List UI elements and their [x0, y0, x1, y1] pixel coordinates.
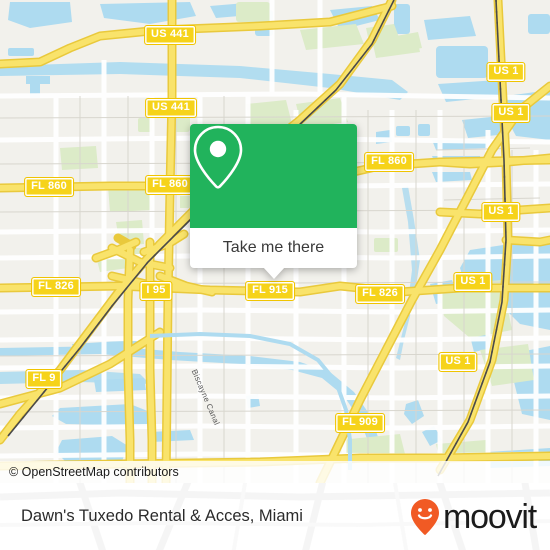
road-shield: US 441	[145, 98, 197, 118]
moovit-brand[interactable]: moovit	[410, 483, 537, 550]
road-shield: FL 826	[31, 277, 81, 297]
road-shield: US 1	[491, 103, 531, 123]
road-shield: FL 860	[364, 152, 414, 172]
road-shield: FL 860	[145, 175, 195, 195]
callout-footer[interactable]: Take me there	[190, 228, 357, 268]
road-shield: FL 826	[355, 284, 405, 304]
road-shield: I 95	[139, 281, 173, 301]
map-canvas[interactable]: US 441 US 441 US 1 US 1 FL 860 FL 860 FL 860 US…	[0, 0, 550, 483]
road-shield: US 441	[144, 25, 196, 45]
road-shield: FL 909	[335, 413, 385, 433]
road-shield: FL 915	[245, 281, 295, 301]
place-title: Dawn's Tuxedo Rental & Acces, Miami	[21, 507, 303, 525]
moovit-smiley-pin-icon	[411, 498, 440, 535]
footer-bar: Dawn's Tuxedo Rental & Acces, Miami moov…	[0, 483, 550, 550]
road-shield: FL 9	[25, 369, 63, 389]
attribution-text: © OpenStreetMap contributors	[9, 465, 179, 479]
road-shield: US 1	[486, 62, 526, 82]
callout-pointer-tail	[262, 267, 285, 279]
road-shield: FL 860	[24, 177, 74, 197]
road-shield: US 1	[453, 272, 493, 292]
take-me-there-label: Take me there	[222, 239, 325, 256]
road-shield: US 1	[481, 202, 521, 222]
map-attribution: © OpenStreetMap contributors	[0, 461, 550, 483]
location-pin-icon	[193, 125, 243, 189]
location-callout-card[interactable]: Take me there	[190, 124, 357, 279]
moovit-wordmark: moovit	[443, 497, 537, 536]
road-shield: US 1	[438, 352, 478, 372]
callout-header	[190, 124, 357, 228]
map-screenshot: US 441 US 441 US 1 US 1 FL 860 FL 860 FL 860 US…	[0, 0, 550, 550]
